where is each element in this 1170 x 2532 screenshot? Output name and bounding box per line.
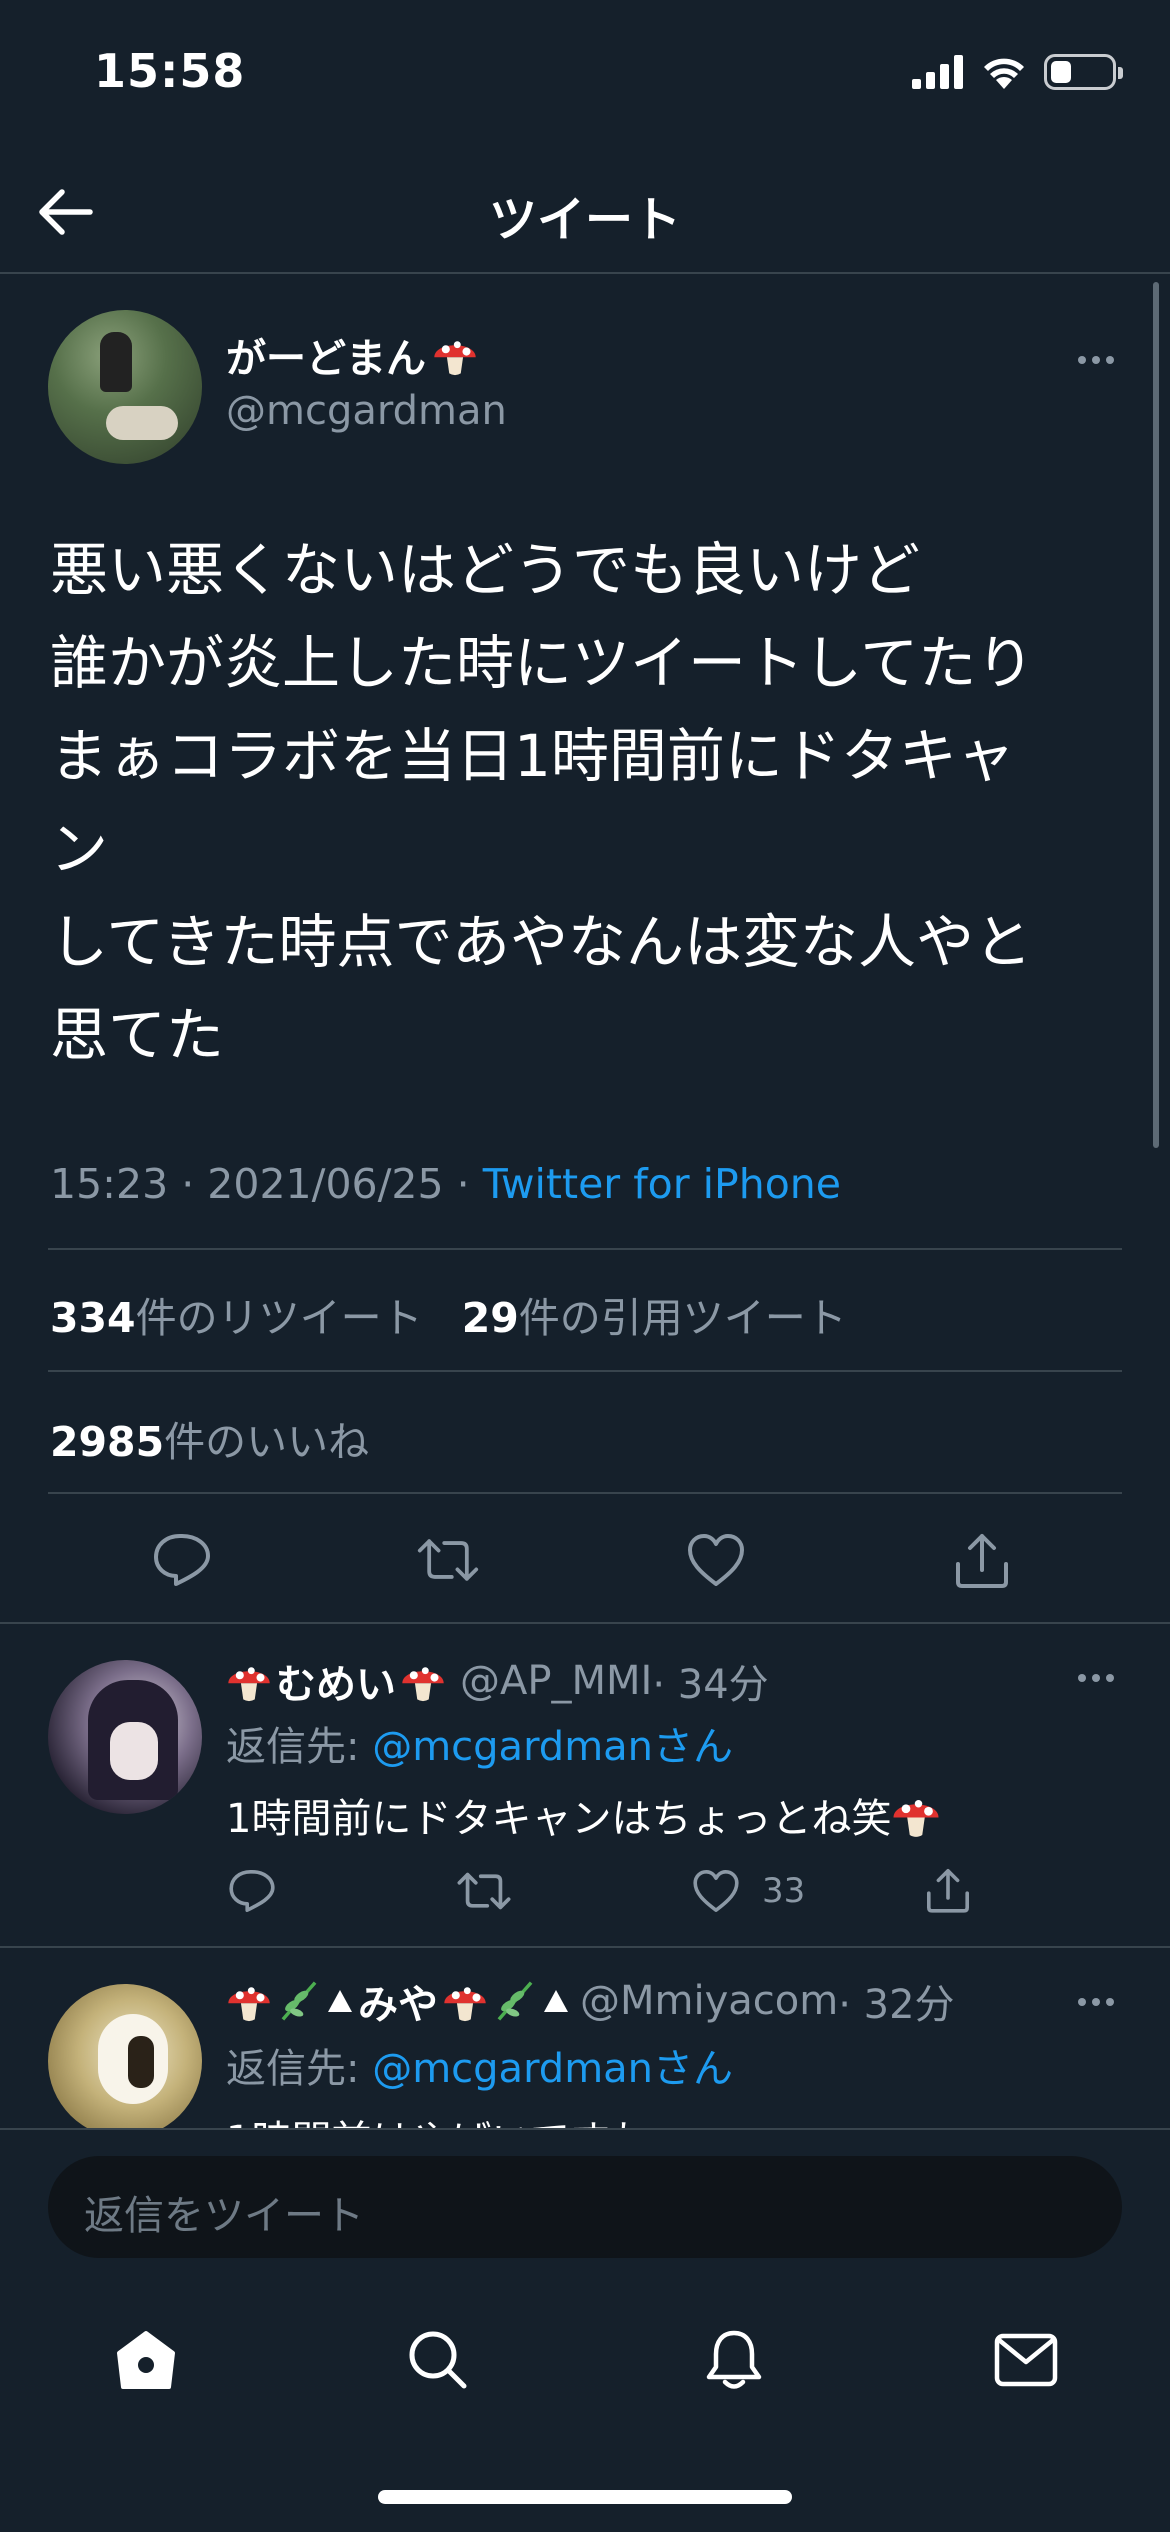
home-icon	[117, 2331, 175, 2389]
reply-to-label: 返信先:	[226, 1724, 373, 1770]
reply-avatar[interactable]	[48, 1660, 202, 1814]
retweets-link[interactable]: 334件のリツイート	[50, 1294, 423, 1342]
status-time: 15:58	[94, 44, 246, 98]
reply-button[interactable]	[150, 1528, 214, 1592]
likes-link[interactable]: 2985件のいいね	[50, 1408, 369, 1468]
tweet-source-link[interactable]: Twitter for iPhone	[483, 1160, 841, 1208]
reply-composer-input[interactable]: 返信をツイート	[48, 2156, 1122, 2258]
divider	[48, 1370, 1122, 1372]
reply-item: みや @Mmiyacom · 32分 返信先: @mcgardmanさん 1時間…	[0, 1948, 1170, 2128]
retweet-label: 件のリツイート	[135, 1294, 423, 1342]
reply-author-handle[interactable]: @Mmiyacom	[580, 1978, 838, 2024]
retweet-stats: 334件のリツイート 29件の引用ツイート	[50, 1284, 847, 1344]
heart-icon	[688, 1534, 744, 1586]
herb-emoji-icon	[281, 1981, 317, 2021]
share-button[interactable]	[950, 1528, 1014, 1592]
reply-text: 1時間前にドタキャンはちょっとね笑	[226, 1786, 941, 1844]
reply-text-content: 1時間前はやばいですね	[226, 2108, 650, 2128]
retweet-count: 334	[50, 1294, 136, 1342]
mushroom-emoji-icon	[444, 1987, 486, 2022]
wifi-icon	[984, 58, 1024, 89]
meta-separator: ·	[181, 1160, 195, 1208]
mushroom-emoji-icon	[402, 1667, 444, 1702]
triangle-icon	[328, 1990, 352, 2012]
reply-time: · 34分	[652, 1662, 769, 1708]
like-label: 件のいいね	[164, 1418, 370, 1466]
like-button[interactable]	[684, 1528, 748, 1592]
top-bar: ツイート	[0, 150, 1170, 274]
home-indicator[interactable]	[378, 2490, 792, 2504]
retweet-icon	[457, 1872, 511, 1910]
reply-author-name[interactable]: むめい	[226, 1652, 446, 1710]
like-button[interactable]: 33	[692, 1868, 805, 1914]
page-title: ツイート	[488, 192, 681, 248]
heart-icon	[693, 1870, 739, 1912]
battery-icon	[1044, 54, 1123, 90]
herb-emoji-icon	[497, 1981, 533, 2021]
share-icon	[927, 1869, 969, 1913]
retweet-button[interactable]	[416, 1528, 480, 1592]
triangle-icon	[544, 1990, 568, 2012]
reply-author-name-text: むめい	[276, 1662, 396, 1708]
tweet-date: 2021/06/25	[207, 1160, 444, 1208]
tweet-text: 悪い悪くないはどうでも良いけど 誰かが炎上した時にツイートしてたり まぁコラボを…	[50, 536, 1035, 1069]
tab-messages[interactable]	[986, 2320, 1066, 2400]
reply-like-count: 33	[762, 1871, 806, 1911]
reply-avatar[interactable]	[48, 1984, 202, 2128]
tweet-meta: 15:23 · 2021/06/25 · Twitter for iPhone	[50, 1160, 841, 1208]
tab-home[interactable]	[106, 2320, 186, 2400]
cellular-signal-icon	[912, 55, 963, 89]
status-icons	[912, 54, 1123, 90]
battery-level	[1051, 61, 1071, 83]
reply-actions: 33	[0, 1862, 1170, 1922]
author-avatar[interactable]	[48, 310, 202, 464]
author-name[interactable]: がーどまん	[226, 326, 478, 384]
quote-label: 件の引用ツイート	[518, 1294, 847, 1342]
reply-author-handle[interactable]: @AP_MMI	[460, 1658, 652, 1704]
bell-icon	[706, 2330, 762, 2389]
like-count: 2985	[50, 1418, 165, 1466]
mushroom-emoji-icon	[434, 341, 476, 376]
reply-to: 返信先: @mcgardmanさん	[226, 1714, 733, 1772]
tab-search[interactable]	[398, 2320, 478, 2400]
reply-header: むめい @AP_MMI · 34分	[226, 1652, 769, 1710]
mushroom-emoji-icon	[228, 1667, 270, 1702]
reply-author-name-text: みや	[358, 1982, 438, 2028]
share-button[interactable]	[924, 1866, 972, 1914]
reply-header: みや @Mmiyacom · 32分	[226, 1972, 955, 2030]
reply-time: · 32分	[838, 1982, 955, 2028]
meta-separator: ·	[456, 1160, 470, 1208]
reply-icon	[229, 1870, 275, 1912]
retweet-icon	[417, 1539, 479, 1581]
composer-placeholder: 返信をツイート	[84, 2193, 364, 2239]
reply-to-user-link[interactable]: @mcgardmanさん	[372, 1724, 733, 1770]
author-name-text: がーどまん	[226, 336, 426, 382]
tweet-time: 15:23	[50, 1160, 169, 1208]
reply-icon	[154, 1534, 210, 1586]
reply-button[interactable]	[228, 1868, 276, 1914]
reply-to-user-link[interactable]: @mcgardmanさん	[372, 2046, 733, 2092]
more-options-icon[interactable]	[1068, 1982, 1124, 2022]
divider	[0, 1622, 1170, 1624]
divider	[48, 1248, 1122, 1250]
search-icon	[409, 2331, 467, 2389]
tab-notifications[interactable]	[694, 2320, 774, 2400]
more-options-icon[interactable]	[1068, 340, 1124, 380]
retweet-button[interactable]	[456, 1868, 512, 1914]
quotes-link[interactable]: 29件の引用ツイート	[462, 1294, 847, 1342]
mushroom-emoji-icon	[893, 1800, 939, 1837]
tweet-actions	[0, 1494, 1170, 1626]
reply-text-content: 1時間前にドタキャンはちょっとね笑	[226, 1796, 892, 1842]
share-icon	[956, 1534, 1008, 1588]
reply-author-name[interactable]: みや	[226, 1972, 570, 2030]
scrollbar[interactable]	[1153, 282, 1159, 1148]
reply-to-label: 返信先:	[226, 2046, 373, 2092]
reply-to: 返信先: @mcgardmanさん	[226, 2036, 733, 2094]
mail-icon	[994, 2333, 1058, 2387]
reply-text: 1時間前はやばいですね	[226, 2108, 650, 2128]
more-options-icon[interactable]	[1068, 1658, 1124, 1698]
mushroom-emoji-icon	[228, 1987, 270, 2022]
quote-count: 29	[461, 1294, 519, 1342]
author-handle[interactable]: @mcgardman	[226, 388, 507, 434]
